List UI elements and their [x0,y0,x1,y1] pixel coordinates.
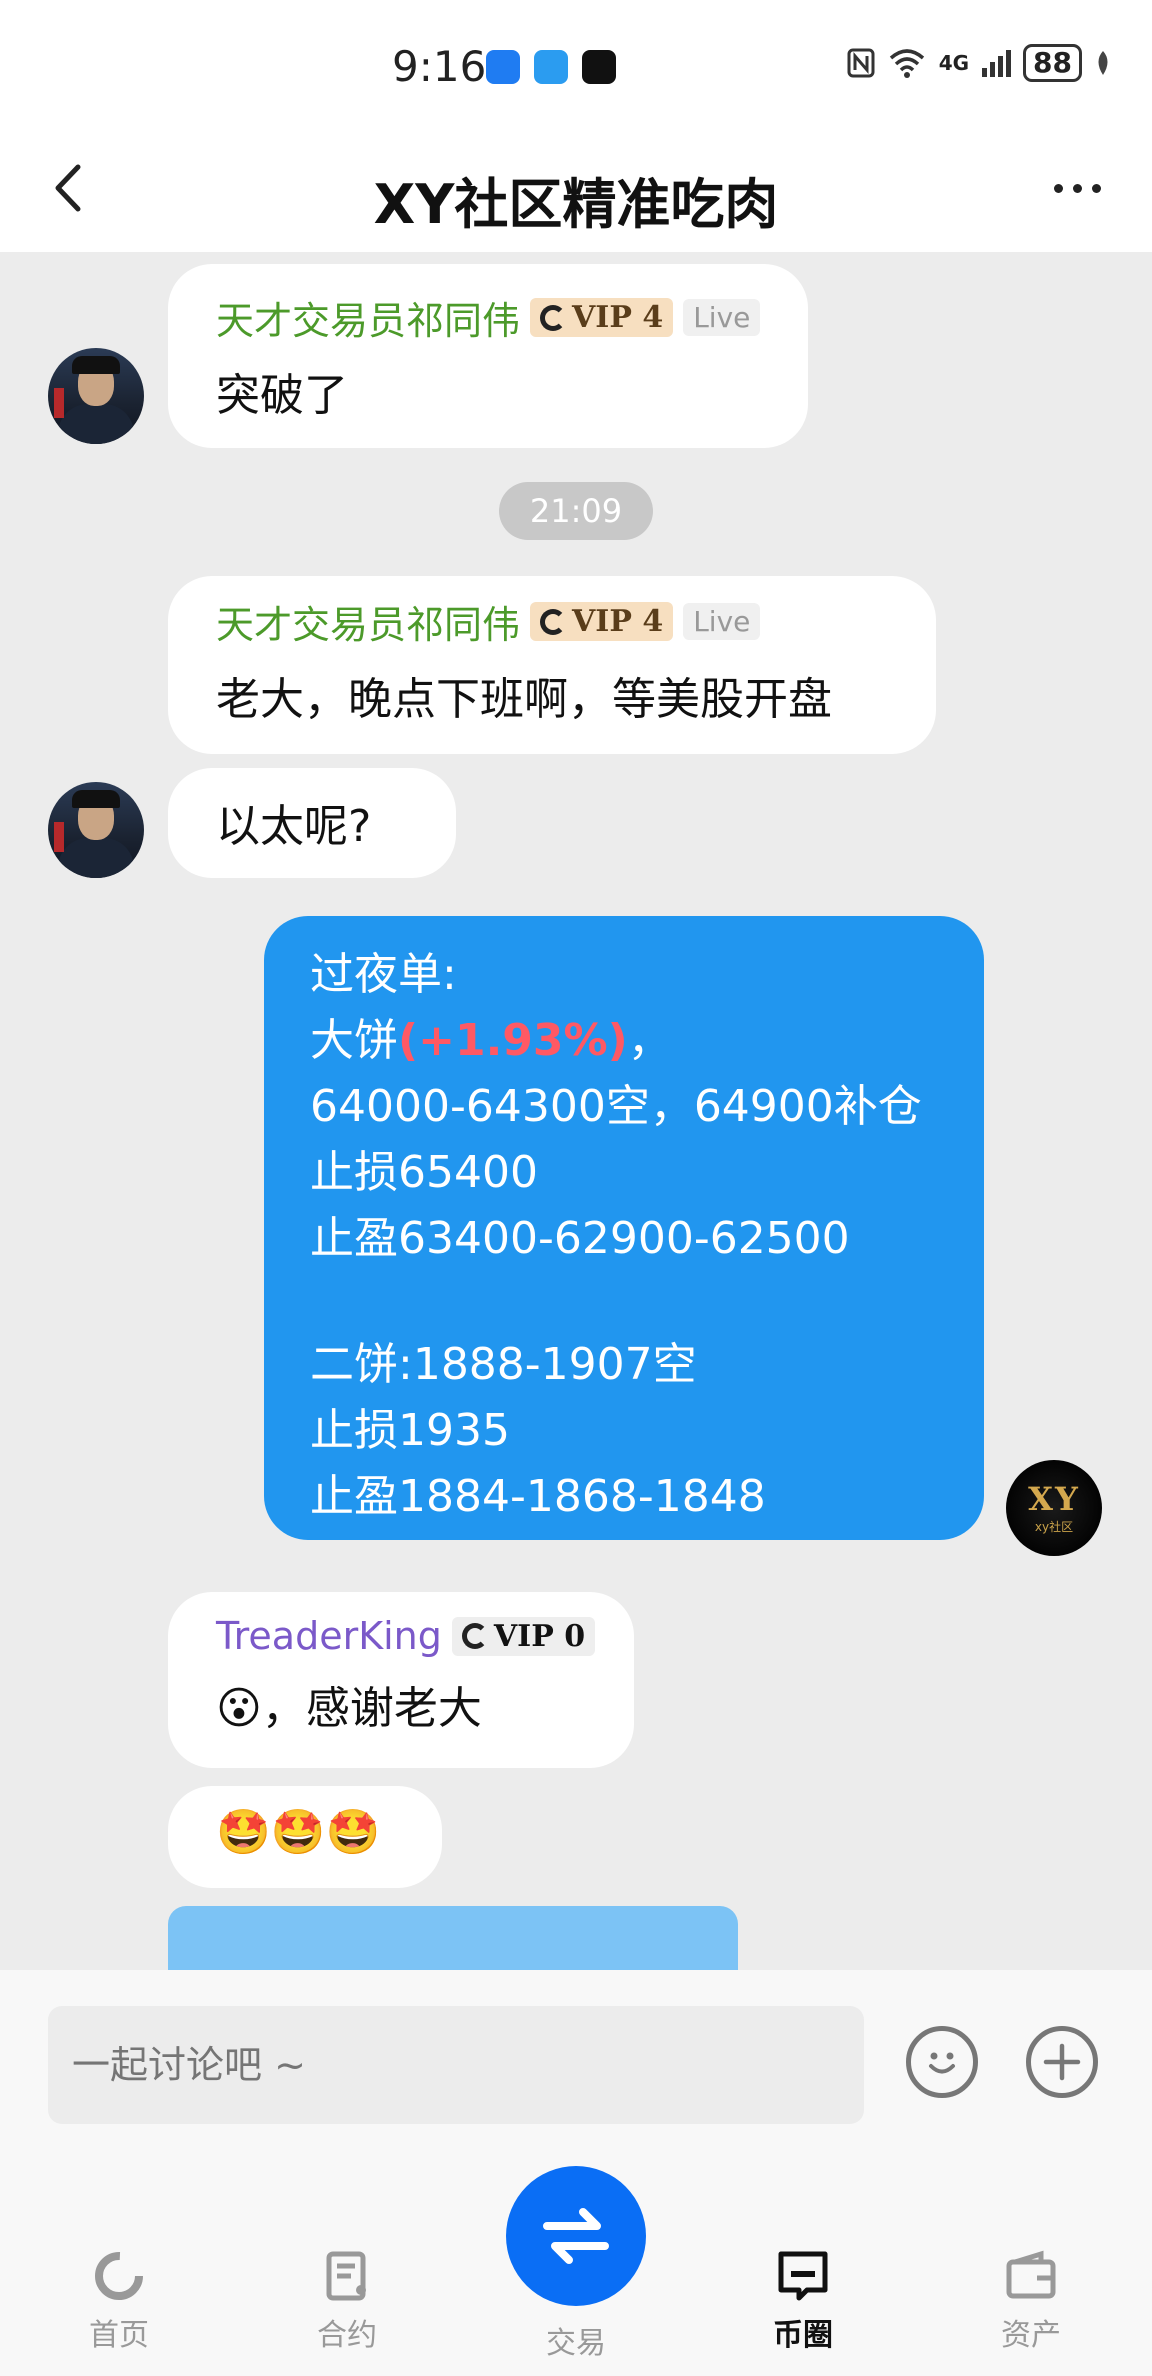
nav-label: 首页 [89,2318,149,2353]
avatar[interactable] [48,348,144,444]
message-line-text: 大饼 [310,1015,398,1066]
nav-home[interactable]: 首页 [44,2248,194,2354]
vip-label: VIP 0 [493,1618,586,1654]
home-icon [91,2248,147,2304]
wifi-icon [889,49,924,78]
live-badge: Live [683,603,761,640]
network-type: 4G [938,51,970,75]
own-avatar[interactable]: XY xy社区 [1006,1460,1102,1556]
contract-icon [319,2248,375,2304]
bottom-navigation: 首页 合约 交易 币圈 资产 [0,2136,1152,2376]
avatar-logo-text: XY [1028,1480,1080,1518]
partial-message-bubble[interactable] [168,1906,738,1970]
message-text: 老大，晚点下班啊，等美股开盘 [216,674,832,725]
surprised-emoji: 😮 [216,1683,262,1734]
message-bubble[interactable]: 天才交易员祁同伟 VIP 4 Live 突破了 [168,264,808,448]
status-right: 4G 88 [847,44,1112,82]
live-badge: Live [683,299,761,336]
nfc-icon [847,48,875,78]
message-line-text: ， [627,1015,672,1066]
smiley-icon [929,2052,955,2074]
emoji-message: 🤩🤩🤩 [216,1807,381,1858]
swap-arrows-icon [543,2208,609,2264]
plus-icon [1043,2043,1081,2081]
message-bubble[interactable]: 🤩🤩🤩 [168,1786,442,1888]
more-dot-icon [1053,183,1063,193]
vip-label: VIP 4 [572,604,664,639]
signal-icon [982,50,1012,77]
message-input[interactable] [48,2006,864,2124]
nav-assets[interactable]: 资产 [956,2248,1106,2354]
price-change: (+1.93%) [398,1015,628,1066]
vip-logo-icon [540,608,567,635]
trade-button[interactable] [506,2166,646,2306]
status-time: 9:16 [392,42,487,91]
more-dot-icon [1091,183,1101,193]
chat-header: XY社区精准吃肉 [0,130,1152,252]
add-button[interactable] [1026,2026,1098,2098]
message-line: 止损65400 [310,1147,538,1198]
tiktok-notification-icon [582,50,616,84]
message-line: 二饼:1888-1907空 [310,1339,697,1390]
message-sender: 天才交易员祁同伟 VIP 4 Live [216,290,761,345]
message-line: 64000-64300空，64900补仓 [310,1081,922,1132]
vip-badge: VIP 4 [530,298,674,337]
sender-name: 天才交易员祁同伟 [216,299,521,343]
message-input-bar [0,1970,1152,2136]
message-text: 😮，感谢老大 [216,1672,586,1736]
message-text-content: ，感谢老大 [261,1683,482,1734]
nav-label-trade: 交易 [546,2326,606,2361]
app-notification-icon [486,50,520,84]
nav-contract[interactable]: 合约 [272,2248,422,2354]
message-line: 止盈63400-62900-62500 [310,1213,850,1264]
more-dot-icon [1072,183,1082,193]
nav-label: 资产 [1001,2318,1061,2353]
weather-notification-icon [534,50,568,84]
message-line: 止盈1884-1868-1848 [310,1471,766,1522]
more-options-button[interactable] [1042,158,1112,218]
own-message-bubble[interactable]: 过夜单: 大饼(+1.93%)， 64000-64300空，64900补仓 止损… [264,916,984,1540]
page-title: XY社区精准吃肉 [373,173,779,236]
vip-logo-icon [540,304,567,331]
message-line: 大饼(+1.93%)， [310,1008,938,1074]
message-text: 突破了 [216,370,348,421]
message-sender: TreaderKing VIP 0 [216,1614,596,1658]
leaf-icon [1098,51,1108,75]
avatar[interactable] [48,782,144,878]
wallet-icon [1003,2248,1059,2304]
sender-name: 天才交易员祁同伟 [216,603,521,647]
avatar-logo-subtext: xy社区 [1034,1520,1074,1534]
chat-messages[interactable]: 天才交易员祁同伟 VIP 4 Live 突破了 21:09 天才交易员祁同伟 V… [0,252,1152,1970]
message-sender: 天才交易员祁同伟 VIP 4 Live [216,594,888,649]
nav-label: 币圈 [773,2318,833,2353]
message-bubble[interactable]: TreaderKing VIP 0 😮，感谢老大 [168,1592,634,1768]
message-bubble[interactable]: 以太呢? [168,768,456,878]
nav-circle[interactable]: 币圈 [728,2248,878,2354]
emoji-button[interactable] [906,2026,978,2098]
status-bar: 9:16 4G 88 [0,0,1152,130]
chat-square-icon [775,2248,831,2304]
vip-logo-icon [461,1623,488,1649]
vip-badge: VIP 0 [451,1616,596,1656]
battery-icon: 88 [1023,44,1082,82]
vip-label: VIP 4 [572,300,664,335]
vip-badge: VIP 4 [530,602,674,641]
time-divider: 21:09 [499,482,653,540]
message-bubble[interactable]: 天才交易员祁同伟 VIP 4 Live 老大，晚点下班啊，等美股开盘 [168,576,936,754]
nav-label: 合约 [317,2318,377,2353]
message-line: 止损1935 [310,1405,510,1456]
message-line: 过夜单: [310,949,457,1000]
message-text: 以太呢? [216,801,372,852]
sender-name: TreaderKing [216,1614,442,1658]
